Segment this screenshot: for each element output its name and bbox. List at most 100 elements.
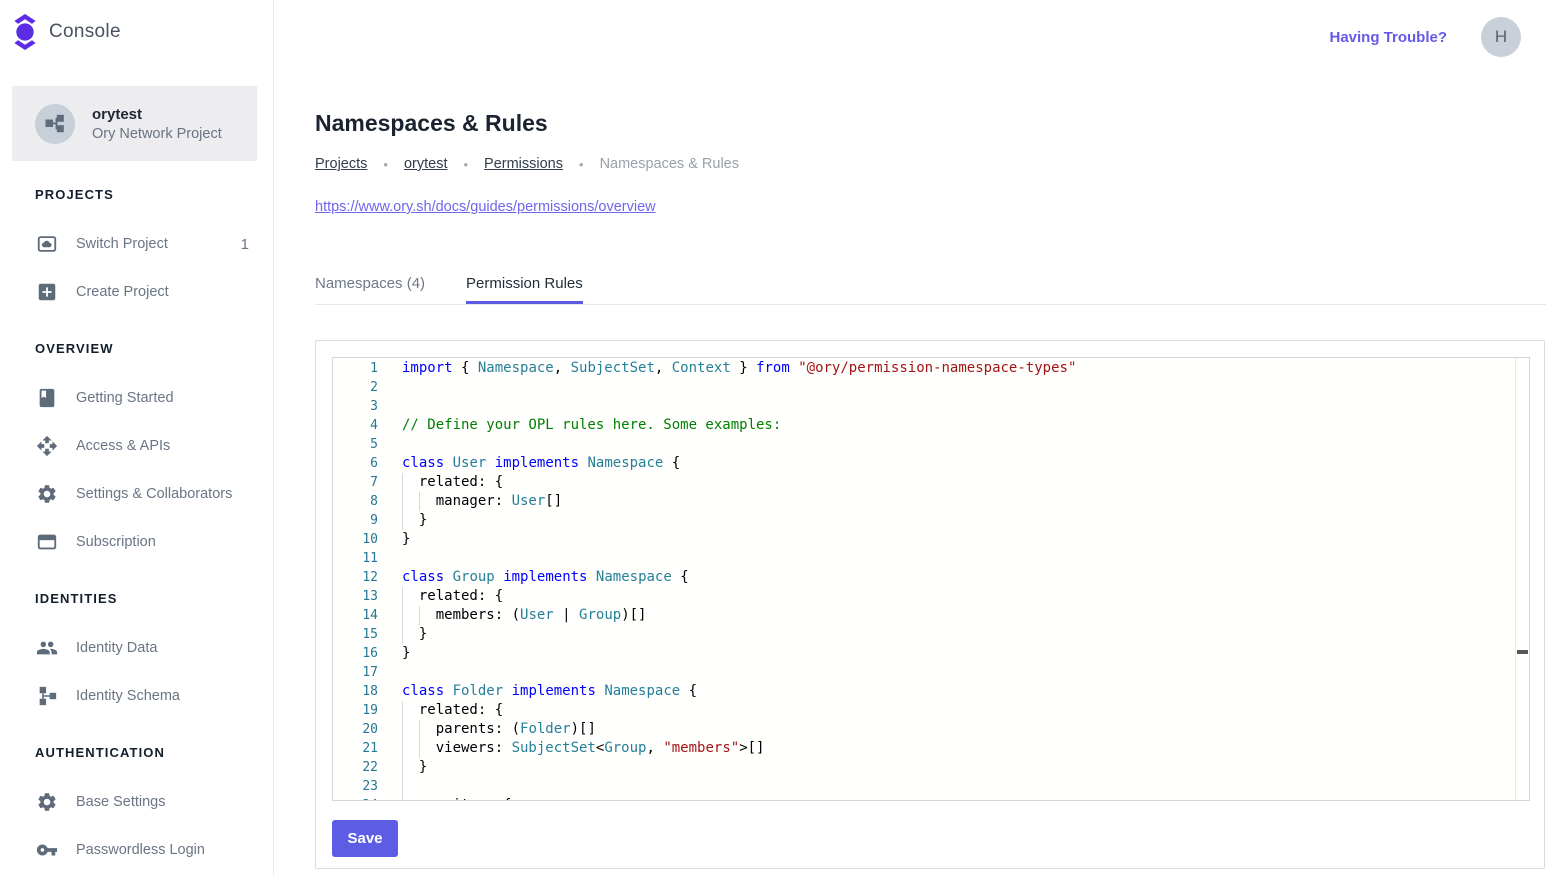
section-title-projects: PROJECTS — [35, 188, 273, 202]
indent-guide — [402, 739, 403, 758]
sidebar-item-label: Subscription — [76, 534, 156, 550]
create-project-icon — [36, 281, 58, 303]
line-number: 8 — [333, 492, 378, 511]
base-settings-icon — [36, 791, 58, 813]
save-button[interactable]: Save — [332, 820, 398, 857]
code-line: 20 parents: (Folder)[] — [333, 720, 1529, 739]
subscription-icon — [36, 531, 58, 553]
sidebar-item-settings-collaborators[interactable]: Settings & Collaborators — [0, 470, 273, 518]
indent-guide — [402, 720, 403, 739]
sidebar-item-subscription[interactable]: Subscription — [0, 518, 273, 566]
line-number: 16 — [333, 644, 378, 663]
code-line: 5 — [333, 435, 1529, 454]
code-text: permits = { — [402, 796, 512, 801]
section-title-identities: IDENTITIES — [35, 592, 273, 606]
sidebar-item-passwordless-login[interactable]: Passwordless Login — [0, 826, 273, 874]
code-text: related: { — [402, 587, 503, 606]
code-editor[interactable]: 1import { Namespace, SubjectSet, Context… — [332, 357, 1530, 801]
code-line: 9 } — [333, 511, 1529, 530]
code-line: 21 viewers: SubjectSet<Group, "members">… — [333, 739, 1529, 758]
code-text: } — [402, 530, 410, 549]
settings-collaborators-icon — [36, 483, 58, 505]
docs-link[interactable]: https://www.ory.sh/docs/guides/permissio… — [315, 199, 656, 215]
indent-guide — [402, 587, 403, 606]
code-line: 23 — [333, 777, 1529, 796]
line-number: 3 — [333, 397, 378, 416]
code-line: 19 related: { — [333, 701, 1529, 720]
breadcrumb-projects[interactable]: Projects — [315, 156, 367, 172]
sidebar-item-label: Identity Data — [76, 640, 157, 656]
sidebar-item-switch-project[interactable]: Switch Project1 — [0, 220, 273, 268]
sidebar-item-base-settings[interactable]: Base Settings — [0, 778, 273, 826]
breadcrumb-permissions[interactable]: Permissions — [484, 156, 563, 172]
indent-guide — [419, 720, 420, 739]
brand-name: Console — [49, 21, 121, 43]
line-number: 22 — [333, 758, 378, 777]
line-number: 24 — [333, 796, 378, 801]
hierarchy-icon — [44, 113, 66, 135]
breadcrumb: Projects•orytest•Permissions•Namespaces … — [315, 156, 739, 172]
sidebar-item-label: Settings & Collaborators — [76, 486, 232, 502]
code-text: related: { — [402, 473, 503, 492]
line-number: 11 — [333, 549, 378, 568]
line-number: 4 — [333, 416, 378, 435]
code-line: 7 related: { — [333, 473, 1529, 492]
code-line: 14 members: (User | Group)[] — [333, 606, 1529, 625]
editor-overview-ruler[interactable] — [1515, 358, 1529, 800]
code-text: } — [402, 511, 427, 530]
indent-guide — [402, 606, 403, 625]
scrollbar-thumb[interactable] — [1517, 650, 1528, 654]
code-line: 4 // Define your OPL rules here. Some exa… — [333, 416, 1529, 435]
code-text: // Define your OPL rules here. Some exam… — [402, 416, 781, 435]
code-text: class Folder implements Namespace { — [402, 682, 697, 701]
code-line: 11 — [333, 549, 1529, 568]
brand-logo-link[interactable]: Console — [12, 14, 121, 50]
breadcrumb-separator: • — [383, 157, 388, 172]
code-text: class User implements Namespace { — [402, 454, 680, 473]
indent-guide — [402, 796, 403, 801]
sidebar-item-access-apis[interactable]: Access & APIs — [0, 422, 273, 470]
sidebar-nav: PROJECTS Switch Project1Create Project OVE… — [0, 161, 273, 874]
code-line: 1import { Namespace, SubjectSet, Context… — [333, 359, 1529, 378]
code-text: related: { — [402, 701, 503, 720]
getting-started-icon — [36, 387, 58, 409]
indent-guide — [419, 492, 420, 511]
section-title-authentication: AUTHENTICATION — [35, 746, 273, 760]
sidebar-item-identity-schema[interactable]: Identity Schema — [0, 672, 273, 720]
code-text: parents: (Folder)[] — [402, 720, 596, 739]
breadcrumb-namespaces-rules: Namespaces & Rules — [600, 156, 739, 172]
code-line: 22 } — [333, 758, 1529, 777]
code-text: } — [402, 758, 427, 777]
code-text: } — [402, 644, 410, 663]
code-line: 8 manager: User[] — [333, 492, 1529, 511]
tab-permission-rules[interactable]: Permission Rules — [466, 275, 583, 304]
sidebar-item-getting-started[interactable]: Getting Started — [0, 374, 273, 422]
ory-console-page: Console orytest Ory Network Project PROJ… — [0, 0, 1556, 876]
sidebar-item-identity-data[interactable]: Identity Data — [0, 624, 273, 672]
code-line: 3 — [333, 397, 1529, 416]
permission-rules-panel: 1import { Namespace, SubjectSet, Context… — [315, 340, 1545, 869]
code-line: 18class Folder implements Namespace { — [333, 682, 1529, 701]
section-title-overview: OVERVIEW — [35, 342, 273, 356]
sidebar-item-create-project[interactable]: Create Project — [0, 268, 273, 316]
project-avatar — [35, 104, 75, 144]
line-number: 12 — [333, 568, 378, 587]
code-text: viewers: SubjectSet<Group, "members">[] — [402, 739, 764, 758]
indent-guide — [402, 511, 403, 530]
indent-guide — [402, 701, 403, 720]
code-line: 2 — [333, 378, 1529, 397]
line-number: 5 — [333, 435, 378, 454]
sidebar-item-label: Passwordless Login — [76, 842, 205, 858]
breadcrumb-orytest[interactable]: orytest — [404, 156, 448, 172]
line-number: 13 — [333, 587, 378, 606]
line-number: 7 — [333, 473, 378, 492]
code-line: 24 permits = { — [333, 796, 1529, 801]
project-selector[interactable]: orytest Ory Network Project — [12, 86, 257, 161]
switch-project-icon — [36, 233, 58, 255]
tab-namespaces-4[interactable]: Namespaces (4) — [315, 275, 425, 304]
tab-bar: Namespaces (4) Permission Rules — [315, 267, 1546, 305]
code-line: 12class Group implements Namespace { — [333, 568, 1529, 587]
code-text: } — [402, 625, 427, 644]
identity-schema-icon — [36, 685, 58, 707]
main-content: Namespaces & Rules Projects•orytest•Perm… — [315, 0, 1546, 876]
